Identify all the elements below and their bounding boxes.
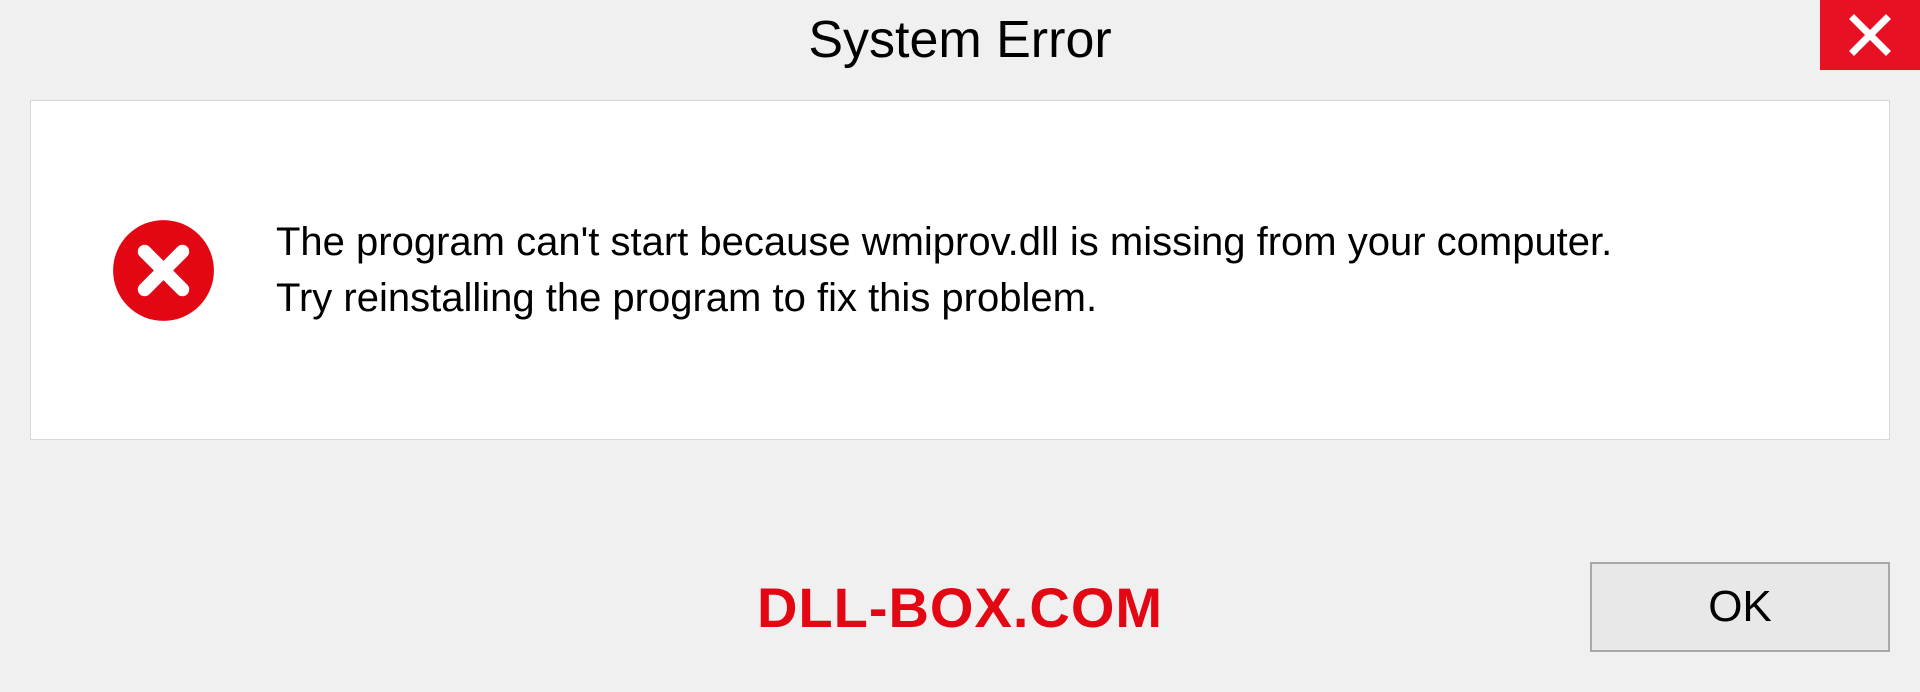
error-message: The program can't start because wmiprov.… — [276, 214, 1676, 326]
footer: DLL-BOX.COM OK — [30, 562, 1890, 652]
titlebar: System Error — [0, 0, 1920, 90]
watermark-text: DLL-BOX.COM — [757, 575, 1163, 640]
close-icon — [1848, 13, 1892, 57]
window-title: System Error — [808, 10, 1111, 70]
error-icon — [111, 218, 216, 323]
ok-button-label: OK — [1708, 582, 1772, 632]
content-panel: The program can't start because wmiprov.… — [30, 100, 1890, 440]
close-button[interactable] — [1820, 0, 1920, 70]
ok-button[interactable]: OK — [1590, 562, 1890, 652]
